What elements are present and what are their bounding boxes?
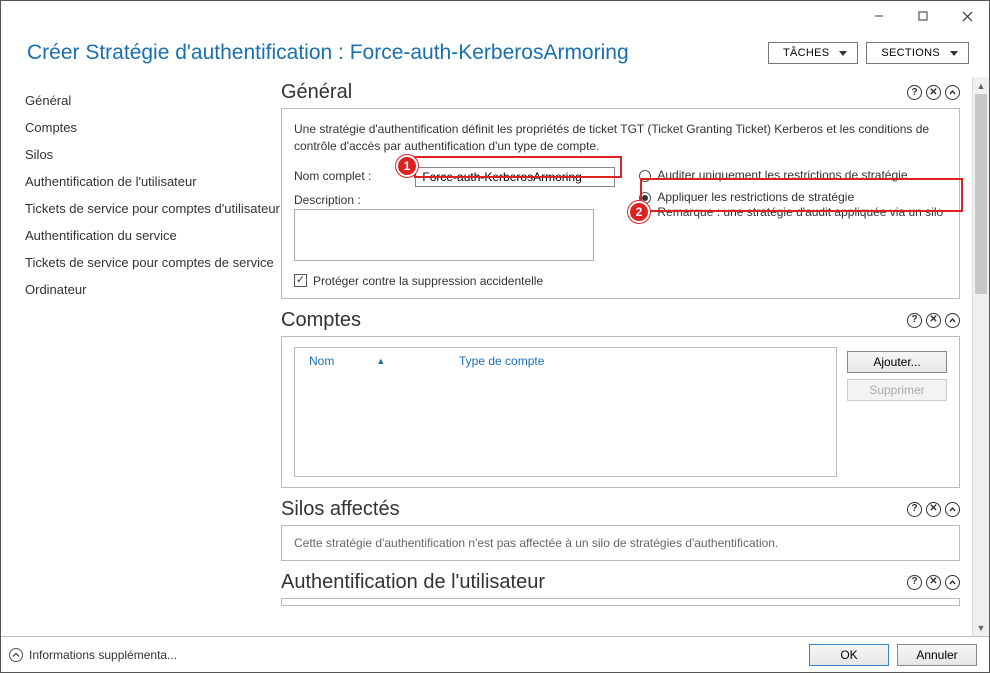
close-section-icon[interactable]: ✕	[926, 502, 941, 517]
protect-checkbox-row[interactable]: ✓ Protéger contre la suppression acciden…	[294, 274, 947, 288]
annotation-badge-1: 1	[396, 155, 418, 177]
close-button[interactable]	[945, 1, 989, 31]
chevron-up-icon	[9, 648, 23, 662]
scroll-down-icon[interactable]: ▼	[973, 619, 989, 636]
close-section-icon[interactable]: ✕	[926, 575, 941, 590]
minimize-button[interactable]	[857, 1, 901, 31]
collapse-icon[interactable]	[945, 85, 960, 100]
col-name[interactable]: Nom▲	[309, 354, 459, 368]
tasks-dropdown[interactable]: TÂCHES	[768, 42, 858, 64]
help-icon[interactable]: ?	[907, 502, 922, 517]
help-icon[interactable]: ?	[907, 575, 922, 590]
annotation-badge-2: 2	[628, 201, 650, 223]
desc-label: Description :	[294, 191, 361, 207]
apply-note: Remarque : une stratégie d'audit appliqu…	[639, 205, 943, 219]
sidebar-item-comptes[interactable]: Comptes	[25, 114, 281, 141]
radio-icon	[639, 170, 651, 182]
sidebar: Général Comptes Silos Authentification d…	[1, 77, 281, 636]
section-auth-title: Authentification de l'utilisateur	[281, 571, 545, 594]
sidebar-item-tickets-service[interactable]: Tickets de service pour comptes de servi…	[25, 249, 281, 276]
description-input[interactable]	[294, 209, 594, 261]
radio-apply[interactable]: Appliquer les restrictions de stratégie	[639, 189, 943, 205]
section-general: Général ? ✕ Une stratégie d'authentifica…	[281, 81, 960, 299]
section-silos-title: Silos affectés	[281, 498, 400, 521]
general-description: Une stratégie d'authentification définit…	[294, 121, 947, 155]
sidebar-item-computer[interactable]: Ordinateur	[25, 276, 281, 303]
chevron-down-icon	[839, 51, 847, 56]
help-icon[interactable]: ?	[907, 313, 922, 328]
more-info[interactable]: Informations supplémenta...	[9, 648, 177, 662]
header: Créer Stratégie d'authentification : For…	[1, 31, 989, 76]
collapse-icon[interactable]	[945, 575, 960, 590]
collapse-icon[interactable]	[945, 502, 960, 517]
footer: Informations supplémenta... OK Annuler	[1, 636, 989, 672]
page-title: Créer Stratégie d'authentification : For…	[27, 41, 629, 65]
sort-asc-icon: ▲	[376, 356, 385, 366]
section-accounts: Comptes ? ✕ Nom▲ Type de com	[281, 309, 960, 488]
scroll-up-icon[interactable]: ▲	[973, 77, 989, 94]
add-button[interactable]: Ajouter...	[847, 351, 947, 373]
close-section-icon[interactable]: ✕	[926, 85, 941, 100]
sidebar-item-auth-user[interactable]: Authentification de l'utilisateur	[25, 168, 281, 195]
sidebar-item-tickets-user[interactable]: Tickets de service pour comptes d'utilis…	[25, 195, 281, 222]
section-general-title: Général	[281, 81, 352, 104]
maximize-button[interactable]	[901, 1, 945, 31]
vertical-scrollbar[interactable]: ▲ ▼	[972, 77, 989, 636]
section-auth-user: Authentification de l'utilisateur ? ✕	[281, 571, 960, 606]
silos-text: Cette stratégie d'authentification n'est…	[281, 525, 960, 561]
section-accounts-title: Comptes	[281, 309, 361, 332]
accounts-grid: Nom▲ Type de compte	[294, 347, 837, 477]
title-bar	[1, 1, 989, 31]
section-silos: Silos affectés ? ✕ Cette stratégie d'aut…	[281, 498, 960, 561]
name-label: Nom complet :	[294, 167, 371, 183]
sections-dropdown[interactable]: SECTIONS	[866, 42, 969, 64]
cancel-button[interactable]: Annuler	[897, 644, 977, 666]
ok-button[interactable]: OK	[809, 644, 889, 666]
col-type[interactable]: Type de compte	[459, 354, 544, 368]
remove-button: Supprimer	[847, 379, 947, 401]
checkbox-checked-icon: ✓	[294, 274, 307, 287]
chevron-down-icon	[950, 51, 958, 56]
sidebar-item-auth-service[interactable]: Authentification du service	[25, 222, 281, 249]
scroll-thumb[interactable]	[975, 94, 987, 294]
collapse-icon[interactable]	[945, 313, 960, 328]
name-input[interactable]	[415, 167, 615, 187]
sidebar-item-general[interactable]: Général	[25, 87, 281, 114]
close-section-icon[interactable]: ✕	[926, 313, 941, 328]
radio-audit[interactable]: Auditer uniquement les restrictions de s…	[639, 167, 943, 183]
help-icon[interactable]: ?	[907, 85, 922, 100]
sidebar-item-silos[interactable]: Silos	[25, 141, 281, 168]
